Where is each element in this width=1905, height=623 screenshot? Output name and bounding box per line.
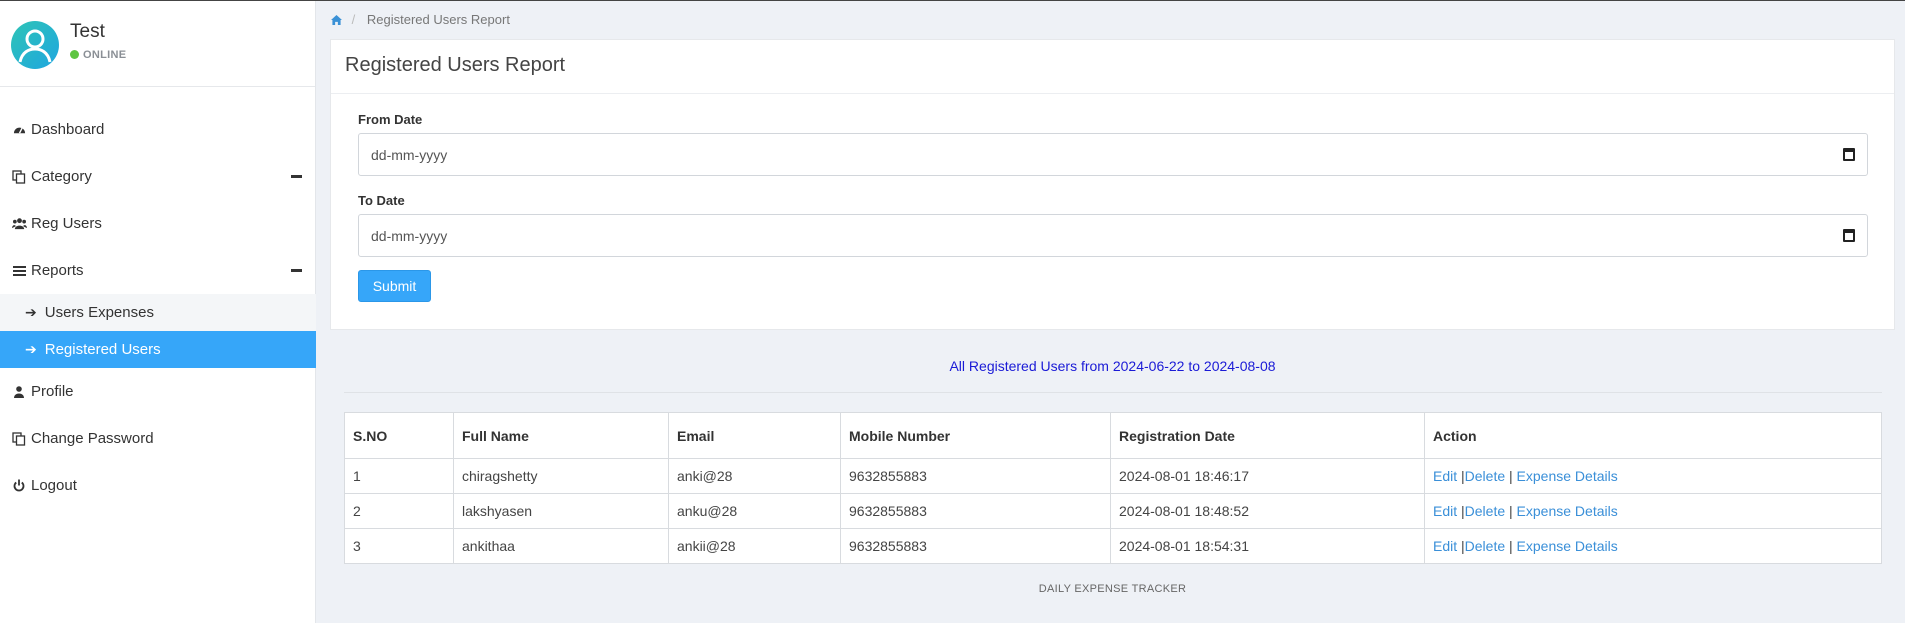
expense-details-link[interactable]: Expense Details [1517, 503, 1618, 519]
cell-sno: 2 [344, 493, 454, 529]
calendar-icon[interactable] [1843, 148, 1855, 161]
cell-mobile: 9632855883 [840, 493, 1111, 529]
sidebar-item-label: Logout [31, 477, 77, 494]
cell-date: 2024-08-01 18:46:17 [1110, 458, 1425, 494]
cell-mobile: 9632855883 [840, 458, 1111, 494]
delete-link[interactable]: Delete [1465, 503, 1505, 519]
cell-mobile: 9632855883 [840, 528, 1111, 564]
sidebar-item-logout[interactable]: Logout [0, 462, 316, 509]
copy-icon [11, 169, 27, 184]
sidebar-item-reg-users[interactable]: Reg Users [0, 200, 316, 247]
collapse-minus-icon[interactable] [291, 175, 302, 178]
cell-name: chiragshetty [453, 458, 669, 494]
avatar [11, 21, 59, 69]
to-date-label: To Date [358, 193, 405, 208]
dashboard-icon [11, 123, 27, 136]
breadcrumb: / Registered Users Report [331, 12, 510, 27]
action-separator: | [1509, 468, 1513, 484]
column-header: Full Name [453, 412, 669, 459]
status-text: ONLINE [83, 49, 127, 61]
cell-email: ankii@28 [668, 528, 841, 564]
sidebar-subitem-users-expenses[interactable]: ➔ Users Expenses [0, 294, 316, 331]
users-icon [11, 217, 27, 230]
report-filter-panel: Registered Users Report From Date dd-mm-… [330, 39, 1895, 330]
user-icon [11, 385, 27, 398]
sidebar-item-label: Reg Users [31, 215, 102, 232]
sidebar-item-reports[interactable]: Reports [0, 247, 316, 294]
column-header: Registration Date [1110, 412, 1425, 459]
sidebar-item-label: Reports [31, 262, 84, 279]
cell-name: ankithaa [453, 528, 669, 564]
to-date-placeholder: dd-mm-yyyy [371, 227, 448, 244]
cell-actions: Edit |Delete | Expense Details [1424, 528, 1882, 564]
arrow-right-icon: ➔ [25, 304, 37, 320]
sidebar-item-label: Change Password [31, 430, 154, 447]
column-header: Email [668, 412, 841, 459]
collapse-minus-icon[interactable] [291, 269, 302, 272]
edit-link[interactable]: Edit [1433, 468, 1457, 484]
cell-sno: 3 [344, 528, 454, 564]
report-title: All Registered Users from 2024-06-22 to … [949, 358, 1276, 374]
cell-date: 2024-08-01 18:54:31 [1110, 528, 1425, 564]
sidebar-subitem-label: Users Expenses [44, 304, 154, 321]
sidebar-item-change-password[interactable]: Change Password [0, 415, 316, 462]
expense-details-link[interactable]: Expense Details [1517, 538, 1618, 554]
cell-actions: Edit |Delete | Expense Details [1424, 458, 1882, 494]
breadcrumb-separator: / [351, 12, 356, 27]
sidebar-item-label: Profile [31, 383, 74, 400]
panel-title: Registered Users Report [331, 40, 1894, 94]
cell-date: 2024-08-01 18:48:52 [1110, 493, 1425, 529]
calendar-icon[interactable] [1843, 229, 1855, 242]
sidebar-item-label: Category [31, 168, 92, 185]
submit-button[interactable]: Submit [358, 270, 431, 302]
user-status: ONLINE [70, 49, 126, 61]
sidebar-subitem-registered-users[interactable]: ➔ Registered Users [0, 331, 316, 368]
column-header: S.NO [344, 412, 454, 459]
delete-link[interactable]: Delete [1465, 538, 1505, 554]
cell-name: lakshyasen [453, 493, 669, 529]
table-header-row: S.NO Full Name Email Mobile Number Regis… [344, 412, 1882, 459]
footer-text: DAILY EXPENSE TRACKER [1038, 583, 1187, 595]
online-dot-icon [70, 50, 79, 59]
user-panel: Test ONLINE [0, 1, 315, 87]
table-row: 1 chiragshetty anki@28 9632855883 2024-0… [344, 458, 1882, 494]
cell-email: anki@28 [668, 458, 841, 494]
arrow-right-icon: ➔ [25, 341, 37, 357]
sidebar: Test ONLINE Dashboard Category Reg Users [0, 1, 316, 623]
divider [344, 392, 1882, 393]
sidebar-item-category[interactable]: Category [0, 153, 316, 200]
from-date-label: From Date [358, 112, 423, 127]
to-date-input[interactable]: dd-mm-yyyy [358, 214, 1868, 257]
sidebar-item-profile[interactable]: Profile [0, 368, 316, 415]
cell-actions: Edit |Delete | Expense Details [1424, 493, 1882, 529]
edit-link[interactable]: Edit [1433, 538, 1457, 554]
edit-link[interactable]: Edit [1433, 503, 1457, 519]
from-date-placeholder: dd-mm-yyyy [371, 146, 448, 163]
expense-details-link[interactable]: Expense Details [1517, 468, 1618, 484]
user-avatar-icon [18, 29, 52, 63]
users-table: S.NO Full Name Email Mobile Number Regis… [344, 412, 1882, 564]
sidebar-subitem-label: Registered Users [44, 341, 161, 358]
column-header: Action [1424, 412, 1882, 459]
from-date-input[interactable]: dd-mm-yyyy [358, 133, 1868, 176]
bars-icon [11, 265, 27, 277]
table-row: 2 lakshyasen anku@28 9632855883 2024-08-… [344, 493, 1882, 529]
table-row: 3 ankithaa ankii@28 9632855883 2024-08-0… [344, 528, 1882, 564]
home-icon[interactable] [331, 12, 346, 27]
delete-link[interactable]: Delete [1465, 468, 1505, 484]
copy-icon [11, 431, 27, 446]
cell-sno: 1 [344, 458, 454, 494]
cell-email: anku@28 [668, 493, 841, 529]
action-separator: | [1509, 503, 1513, 519]
sidebar-item-label: Dashboard [31, 121, 105, 138]
user-name: Test [70, 21, 105, 42]
sidebar-nav: Dashboard Category Reg Users Reports ➔ U… [0, 106, 316, 509]
action-separator: | [1509, 538, 1513, 554]
sidebar-item-dashboard[interactable]: Dashboard [0, 106, 316, 153]
reports-submenu: ➔ Users Expenses ➔ Registered Users [0, 294, 316, 368]
column-header: Mobile Number [840, 412, 1111, 459]
breadcrumb-current: Registered Users Report [366, 12, 510, 27]
power-icon [11, 479, 27, 492]
